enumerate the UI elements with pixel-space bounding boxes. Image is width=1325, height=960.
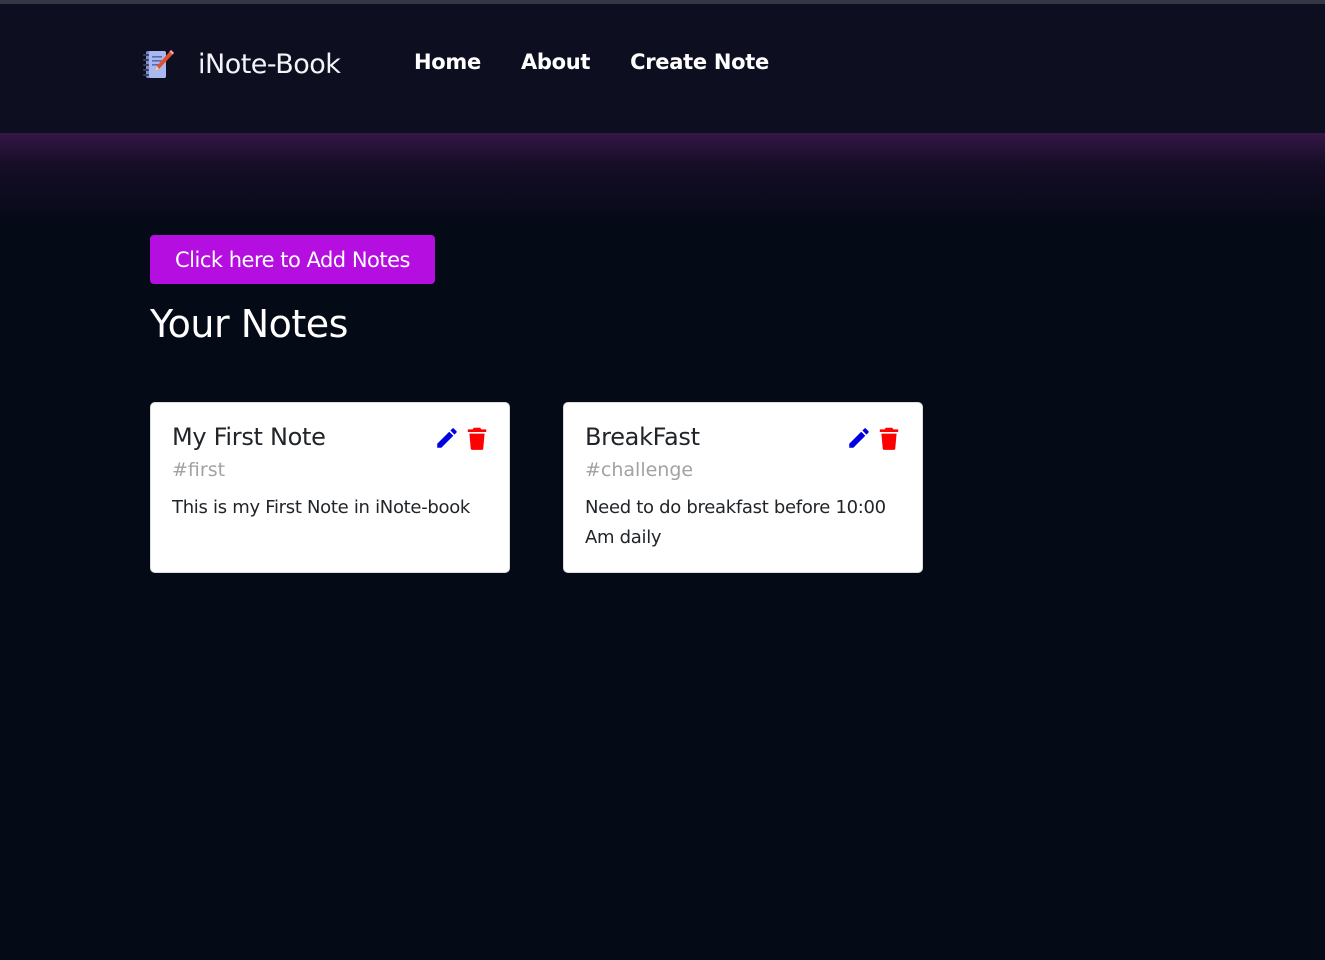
note-tag: #first — [172, 459, 226, 481]
nav-link-home[interactable]: Home — [414, 50, 481, 74]
note-description: Need to do breakfast before 10:00 Am dai… — [585, 497, 886, 548]
note-card: My First Note #first This is my First No… — [150, 402, 510, 573]
note-card: BreakFast #challenge Need to do breakfas… — [563, 402, 923, 573]
navbar: iNote-Book Home About Create Note — [0, 4, 1325, 133]
pencil-icon[interactable] — [434, 425, 460, 451]
brand-link[interactable]: iNote-Book — [140, 44, 341, 84]
header-glow — [0, 133, 1325, 223]
note-actions — [434, 425, 490, 451]
note-tag: #challenge — [585, 459, 694, 481]
trash-icon[interactable] — [464, 425, 490, 451]
brand-name: iNote-Book — [198, 48, 341, 80]
note-title: BreakFast — [585, 423, 700, 451]
pencil-icon[interactable] — [846, 425, 872, 451]
trash-icon[interactable] — [876, 425, 902, 451]
notebook-pencil-icon — [143, 50, 174, 78]
note-description: This is my First Note in iNote-book — [172, 497, 471, 518]
note-title: My First Note — [172, 423, 326, 451]
nav-link-create-note[interactable]: Create Note — [630, 50, 769, 74]
nav-links: Home About Create Note — [414, 50, 809, 74]
page-title: Your Notes — [150, 302, 348, 346]
nav-link-about[interactable]: About — [521, 50, 591, 74]
add-notes-button[interactable]: Click here to Add Notes — [150, 235, 435, 284]
note-actions — [846, 425, 902, 451]
